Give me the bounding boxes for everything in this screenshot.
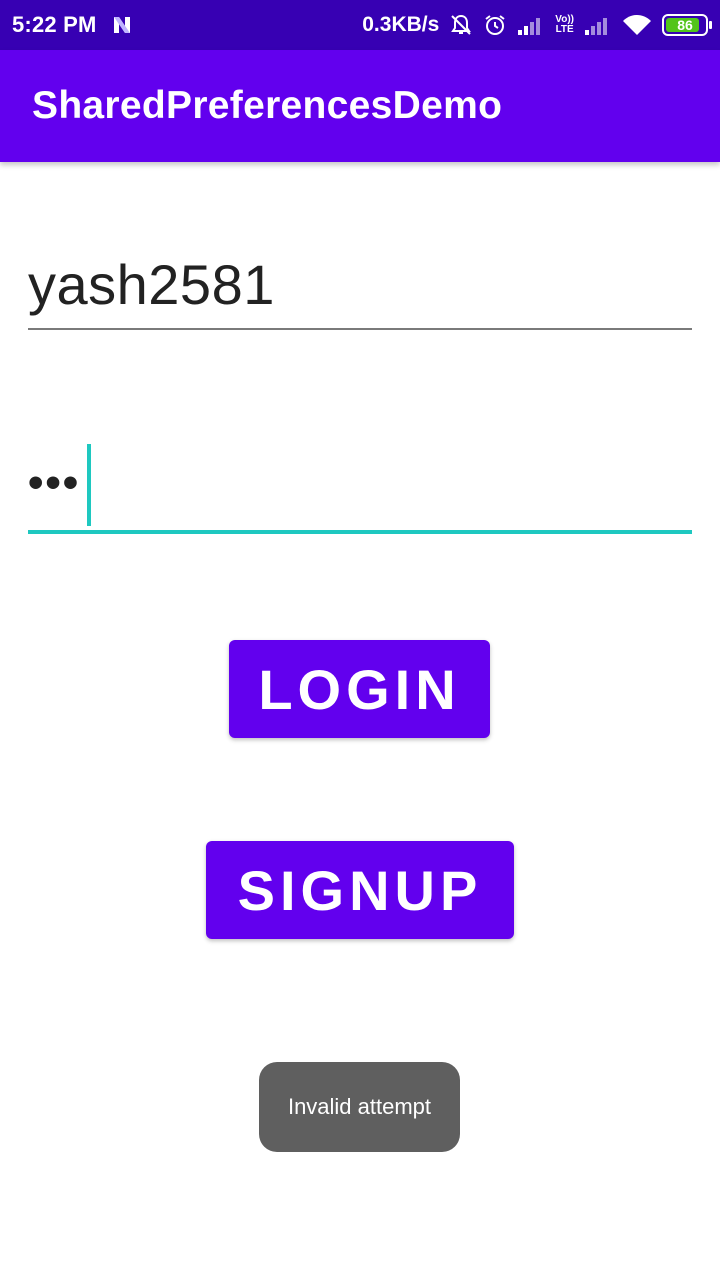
username-value: yash2581 xyxy=(28,253,275,316)
signal-icon xyxy=(585,18,607,35)
battery-percent: 86 xyxy=(677,17,693,33)
toast-text: Invalid attempt xyxy=(287,1094,432,1119)
alarm-clock-icon xyxy=(485,15,505,35)
app-title: SharedPreferencesDemo xyxy=(32,84,503,127)
password-field[interactable]: ••• xyxy=(28,440,692,534)
status-bar: 5:22 PM 0.3KB/s Vo)) LTE 86 xyxy=(0,0,720,50)
battery-nub xyxy=(709,21,712,29)
volte-bottom-label: LTE xyxy=(555,24,574,35)
username-field[interactable]: yash2581 xyxy=(28,240,692,330)
status-time: 5:22 PM xyxy=(12,12,97,37)
text-cursor xyxy=(87,444,91,526)
wifi-icon xyxy=(623,15,651,35)
login-button[interactable]: LOGIN xyxy=(229,640,490,738)
n-notification-icon xyxy=(113,17,130,33)
signal-icon xyxy=(518,18,541,35)
status-right: 0.3KB/s Vo)) LTE 86 xyxy=(362,0,712,50)
network-speed: 0.3KB/s xyxy=(362,13,440,36)
password-mask: ••• xyxy=(28,458,81,507)
status-left: 5:22 PM xyxy=(12,0,133,50)
app-screen: 5:22 PM 0.3KB/s Vo)) LTE 86 SharedPrefer… xyxy=(0,0,720,1280)
volte-icon: Vo)) LTE xyxy=(555,15,574,35)
signup-button[interactable]: SIGNUP xyxy=(206,841,514,939)
app-bar: SharedPreferencesDemo xyxy=(0,50,720,162)
toast-message: Invalid attempt xyxy=(259,1062,460,1152)
alarm-muted-icon xyxy=(451,14,472,35)
battery-icon: 86 xyxy=(662,14,712,36)
